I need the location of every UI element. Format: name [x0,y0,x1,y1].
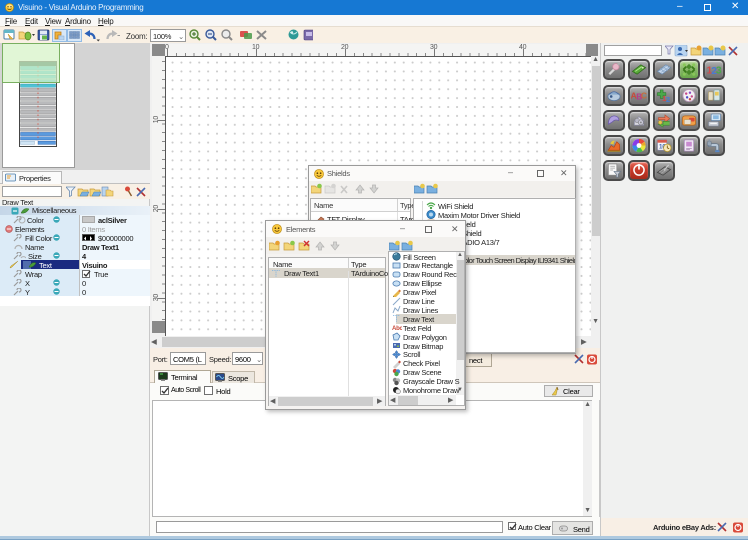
svg-text:3: 3 [716,65,722,76]
svg-text:2: 2 [666,95,670,103]
svg-text:C: C [641,90,647,100]
